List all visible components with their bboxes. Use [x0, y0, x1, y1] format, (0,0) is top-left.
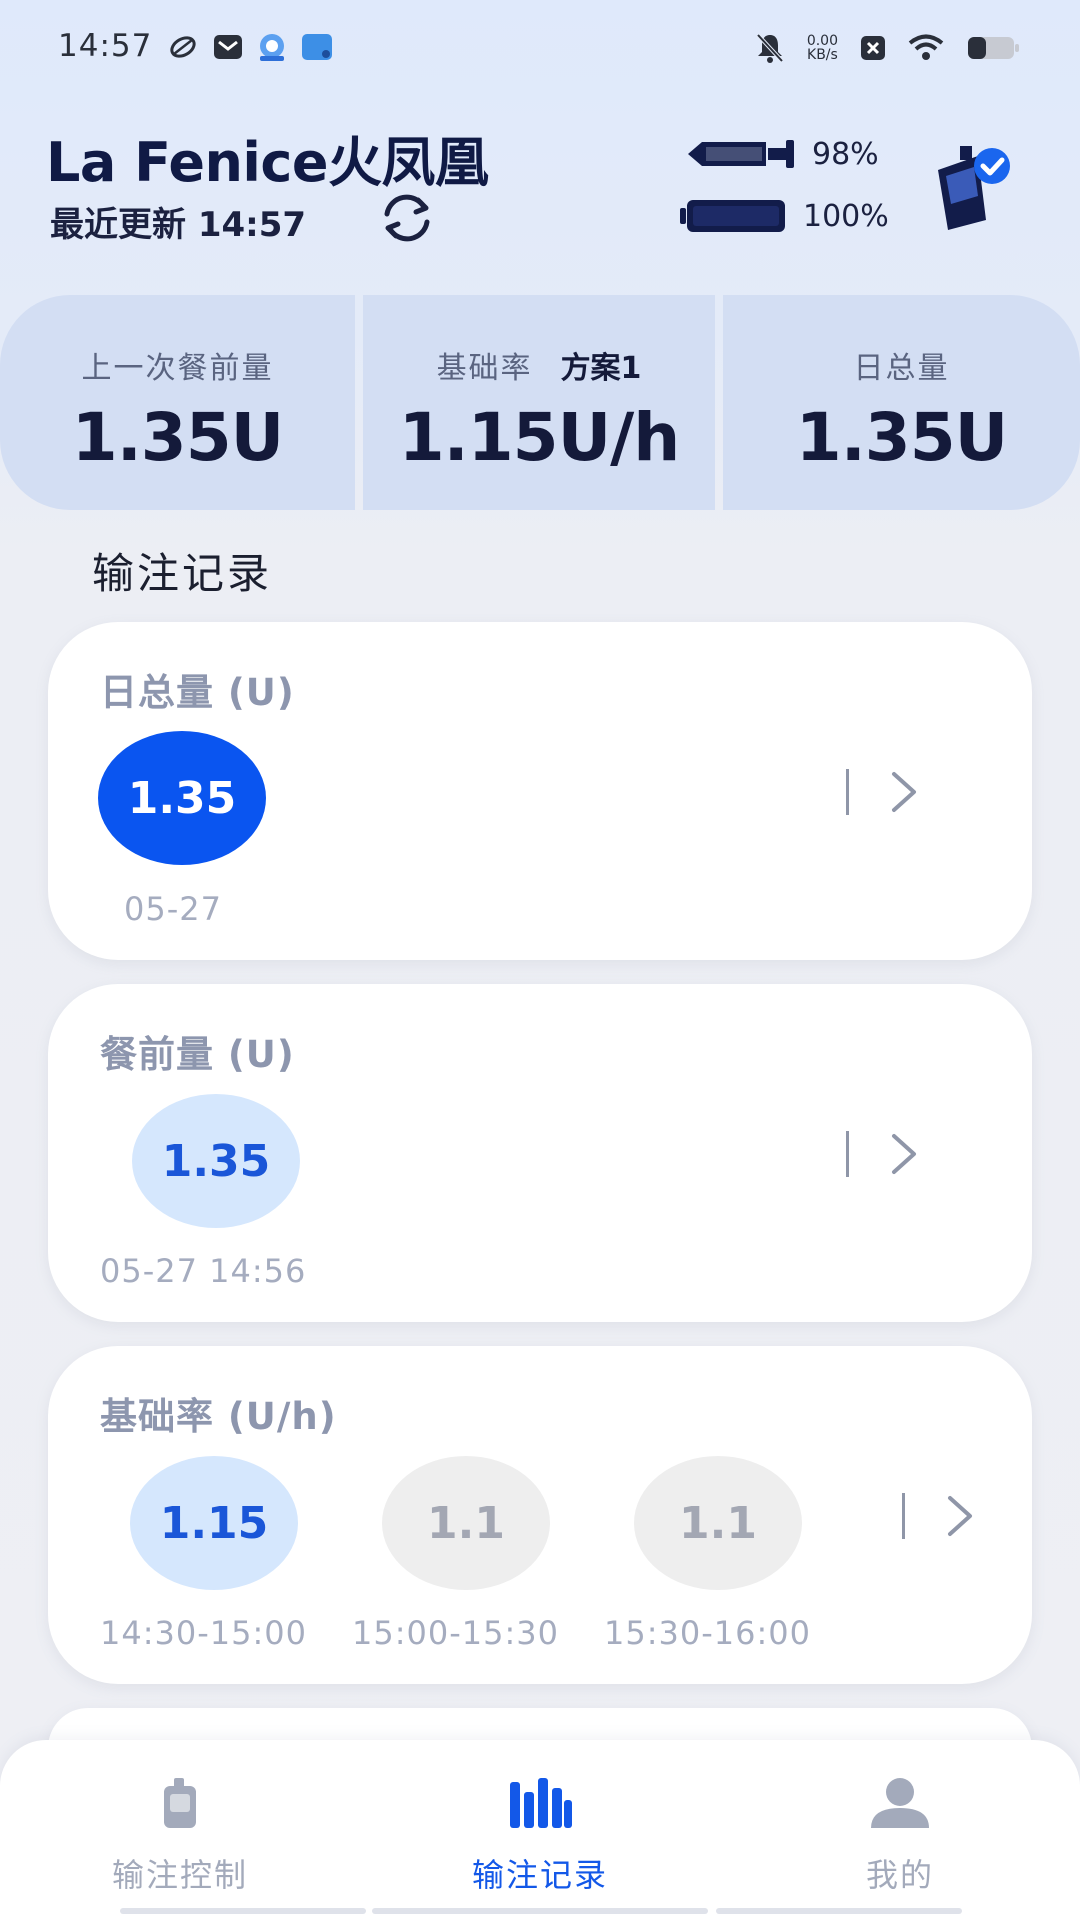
basal-time-1: 14:30-15:00: [100, 1614, 307, 1652]
basal-chip-1[interactable]: 1.15: [130, 1456, 298, 1590]
bolus-date: 05-27 14:56: [100, 1252, 307, 1290]
net-speed-unit: KB/s: [807, 47, 838, 63]
mute-bell-icon: [756, 33, 784, 63]
summary-basal-plan: 方案1: [560, 351, 642, 386]
daily-total-card-title: 日总量 (U): [100, 671, 295, 714]
summary-daily-total: 日总量 1.35U: [723, 295, 1080, 510]
section-title: 输注记录: [92, 549, 273, 598]
net-speed: 0.00 KB/s: [807, 34, 838, 62]
chevron-right-icon[interactable]: [888, 1132, 920, 1176]
summary-last-bolus: 上一次餐前量 1.35U: [0, 295, 355, 510]
battery-percent: 100%: [803, 199, 889, 234]
daily-total-card[interactable]: 日总量 (U) 1.35 05-27: [48, 622, 1032, 960]
status-right-group: 0.00 KB/s: [755, 30, 1020, 66]
card-divider: [846, 1131, 849, 1177]
bar-chart-icon: [510, 1778, 572, 1828]
summary-daily-total-value: 1.35U: [795, 399, 1008, 476]
gesture-bar-segment: [372, 1908, 708, 1914]
last-update-text: 最近更新 14:57: [50, 205, 307, 245]
daily-total-date: 05-27: [124, 890, 222, 928]
card-divider: [902, 1493, 905, 1539]
chevron-right-icon[interactable]: [944, 1494, 976, 1538]
nav-label-infusion-control: 输注控制: [111, 1856, 248, 1894]
nav-item-infusion-control[interactable]: 输注控制: [60, 1776, 300, 1896]
bolus-chip[interactable]: 1.35: [132, 1094, 300, 1228]
chevron-right-icon[interactable]: [888, 770, 920, 814]
pump-battery-icon: [680, 200, 785, 232]
summary-basal-label: 基础率: [436, 351, 533, 386]
net-speed-value: 0.00: [806, 33, 838, 49]
leaf-app-icon: [170, 36, 196, 58]
basal-time-3: 15:30-16:00: [604, 1614, 811, 1652]
summary-last-bolus-label: 上一次餐前量: [81, 351, 274, 386]
reservoir-percent: 98%: [812, 137, 879, 172]
person-icon: [871, 1778, 929, 1828]
gesture-bar-segment: [716, 1908, 962, 1914]
summary-basal-label-row: 基础率 方案1: [437, 343, 642, 387]
nav-item-profile[interactable]: 我的: [780, 1776, 1020, 1896]
pump-connected-icon[interactable]: [934, 140, 1012, 232]
basal-chip-3[interactable]: 1.1: [634, 1456, 802, 1590]
card-divider: [846, 769, 849, 815]
status-bar: 14:57 0.00 KB/s: [0, 0, 1080, 96]
pump-device-icon: [164, 1778, 196, 1828]
status-time: 14:57: [58, 28, 153, 64]
reservoir-syringe-icon: [688, 140, 794, 168]
nav-item-infusion-records[interactable]: 输注记录: [420, 1776, 660, 1896]
summary-basal-value: 1.15U/h: [398, 399, 681, 476]
nav-label-profile: 我的: [865, 1856, 934, 1894]
mail-icon: [214, 35, 242, 59]
daily-total-chip[interactable]: 1.35: [98, 731, 266, 865]
refresh-icon[interactable]: [376, 190, 438, 246]
app-square-icon: [302, 34, 332, 60]
basal-chip-2[interactable]: 1.1: [382, 1456, 550, 1590]
bolus-card-title: 餐前量 (U): [100, 1033, 295, 1076]
nav-label-infusion-records: 输注记录: [471, 1856, 608, 1894]
status-battery-icon: [968, 37, 1019, 59]
basal-card[interactable]: 基础率 (U/h) 1.15 14:30-15:00 1.1 15:00-15:…: [48, 1346, 1032, 1684]
summary-strip: 上一次餐前量 1.35U 基础率 方案1 1.15U/h 日总量 1.35U: [0, 295, 1080, 510]
summary-last-bolus-value: 1.35U: [71, 399, 284, 476]
basal-time-2: 15:00-15:30: [352, 1614, 559, 1652]
summary-basal: 基础率 方案1 1.15U/h: [363, 295, 715, 510]
bottom-nav: 输注控制 输注记录 我的: [0, 1740, 1080, 1920]
gesture-bar-segment: [120, 1908, 366, 1914]
app-title: La Fenice火凤凰: [46, 131, 489, 194]
summary-daily-total-label: 日总量: [853, 351, 950, 386]
bolus-card[interactable]: 餐前量 (U) 1.35 05-27 14:56: [48, 984, 1032, 1322]
app-notification-icon: [260, 34, 284, 61]
basal-card-title: 基础率 (U/h): [100, 1395, 337, 1438]
close-box-icon: [861, 36, 885, 60]
wifi-icon: [908, 34, 944, 60]
